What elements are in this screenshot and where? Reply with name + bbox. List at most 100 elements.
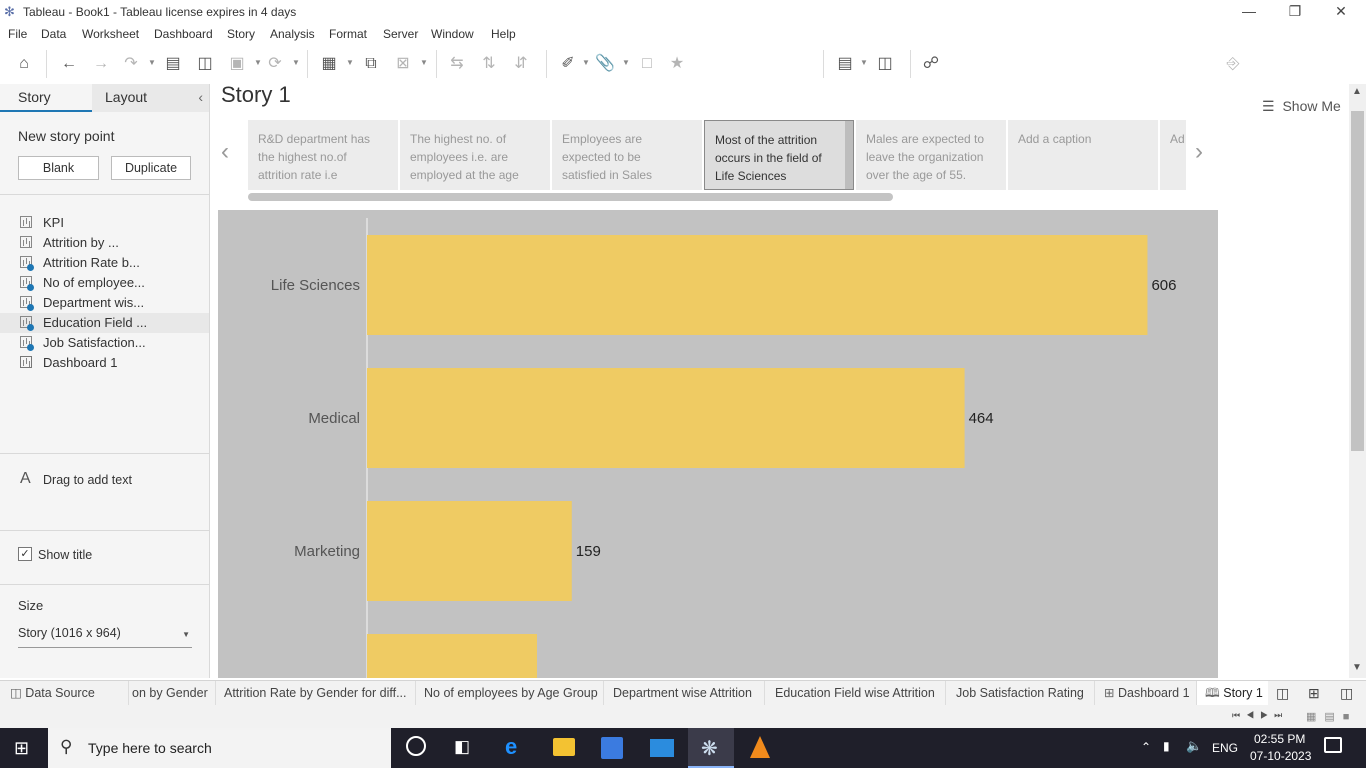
vlc-icon[interactable] (750, 736, 770, 758)
new-dashboard-tab-icon[interactable]: ⊞ (1308, 681, 1328, 706)
share-icon[interactable]: ☍ (920, 54, 942, 74)
menu-help[interactable]: Help (491, 27, 516, 41)
cortana-icon[interactable] (406, 736, 426, 756)
sheet-item-attrition-rate[interactable]: Attrition Rate b... (0, 253, 209, 273)
windows-start-icon[interactable]: ⊞ (14, 738, 29, 758)
blank-button[interactable]: Blank (18, 156, 99, 180)
story-point-1[interactable]: R&D department has the highest no.of att… (248, 120, 398, 190)
sheet-item-no-of-employees[interactable]: No of employee... (0, 273, 209, 293)
pin-icon[interactable]: ★ (666, 54, 688, 74)
bar[interactable] (367, 235, 1148, 335)
menu-story[interactable]: Story (227, 27, 255, 41)
new-datasource-icon[interactable]: ◫ (194, 54, 216, 74)
tab-dashboard-1[interactable]: ⊞ Dashboard 1 (1094, 681, 1196, 706)
presentation-mode-icon[interactable]: ◫ (874, 54, 896, 74)
menu-server[interactable]: Server (383, 27, 418, 41)
scroll-down-icon[interactable]: ▼ (1352, 662, 1362, 673)
sheet-item-kpi[interactable]: KPI (0, 213, 209, 233)
duplicate-sheet-icon[interactable]: ⧉ (360, 54, 382, 74)
bar[interactable] (367, 634, 537, 678)
menu-window[interactable]: Window (431, 27, 474, 41)
sheet-item-attrition-by[interactable]: Attrition by ... (0, 233, 209, 253)
refresh-icon[interactable]: ⟳ (264, 54, 286, 74)
tab-data-source[interactable]: ◫ Data Source (0, 681, 128, 706)
sheet-item-job-satisfaction[interactable]: Job Satisfaction... (0, 333, 209, 353)
story-point-add-caption[interactable]: Add a caption (1008, 120, 1158, 190)
scroll-up-icon[interactable]: ▲ (1352, 86, 1362, 97)
labels-icon[interactable]: □ (636, 54, 658, 74)
story-point-add-caption-partial[interactable]: Ad (1160, 120, 1186, 190)
tab-education-field[interactable]: Education Field wise Attrition (764, 681, 945, 706)
volume-icon[interactable]: 🔈 (1186, 738, 1202, 754)
replay-icon[interactable]: ↷ (120, 54, 142, 74)
notification-center-icon[interactable] (1324, 737, 1342, 753)
home-icon[interactable]: ⌂ (13, 54, 35, 74)
tab-job-satisfaction[interactable]: Job Satisfaction Rating (945, 681, 1094, 706)
menu-worksheet[interactable]: Worksheet (82, 27, 139, 41)
clear-sheet-icon[interactable]: ⊠ (392, 54, 414, 74)
tableau-taskbar-button[interactable]: ❋ (688, 728, 734, 768)
redo-icon[interactable]: → (90, 54, 112, 74)
clock-time[interactable]: 02:55 PM (1254, 732, 1305, 746)
story-point-3[interactable]: Employees are expected to be satisfied i… (552, 120, 702, 190)
show-title-checkbox[interactable]: ✓ (18, 547, 32, 561)
taskbar-search-box[interactable]: ⚲ Type here to search (48, 728, 391, 768)
next-story-point-icon[interactable]: › (1195, 140, 1203, 164)
story-point-scrollbar[interactable] (845, 121, 853, 189)
drag-to-add-text[interactable]: Drag to add text (43, 473, 132, 487)
save-icon[interactable]: ▤ (162, 54, 184, 74)
scroll-thumb[interactable] (1351, 111, 1364, 451)
language-indicator[interactable]: ENG (1212, 741, 1238, 755)
restore-button[interactable]: ❐ (1272, 0, 1318, 24)
sheet-item-dashboard-1[interactable]: Dashboard 1 (0, 353, 209, 373)
sort-ascending-icon[interactable]: ⇅ (478, 54, 500, 74)
new-worksheet-tab-icon[interactable]: ◫ (1276, 681, 1296, 706)
paste-icon[interactable]: ▣ (226, 54, 248, 74)
size-dropdown[interactable]: Story (1016 x 964) ▼ (18, 626, 192, 648)
tab-attrition-by-gender[interactable]: on by Gender (128, 681, 215, 706)
duplicate-button[interactable]: Duplicate (111, 156, 191, 180)
new-worksheet-icon[interactable]: ▦ (318, 54, 340, 74)
show-hidden-icons[interactable]: ⌃ (1141, 740, 1151, 754)
task-view-icon[interactable]: ◧ (454, 737, 470, 757)
clock-date[interactable]: 07-10-2023 (1250, 749, 1311, 763)
battery-icon[interactable]: ▮ (1163, 739, 1170, 753)
story-point-4-active[interactable]: Most of the attrition occurs in the fiel… (704, 120, 854, 190)
file-explorer-icon[interactable] (553, 738, 575, 756)
menu-data[interactable]: Data (41, 27, 66, 41)
sort-descending-icon[interactable]: ⇵ (510, 54, 532, 74)
story-navigator-scrollbar[interactable] (248, 193, 893, 201)
minimize-button[interactable]: — (1226, 0, 1272, 24)
sheet-item-education-field[interactable]: Education Field ... (0, 313, 209, 333)
edge-browser-icon[interactable]: e (505, 734, 517, 760)
tab-department-wise[interactable]: Department wise Attrition (603, 681, 764, 706)
collapse-pane-icon[interactable]: ‹ (198, 84, 203, 110)
tab-story[interactable]: Story (0, 84, 92, 112)
highlight-icon[interactable]: ✐ (557, 54, 579, 74)
view-mode-icons[interactable]: ▦▤■ (1306, 710, 1357, 723)
tab-attrition-rate-by-gender[interactable]: Attrition Rate by Gender for diff... (215, 681, 415, 706)
format-painter-icon[interactable]: ⎆ (1222, 54, 1244, 74)
previous-story-point-icon[interactable]: ‹ (221, 140, 229, 164)
new-story-tab-icon[interactable]: ◫ (1340, 681, 1360, 706)
close-button[interactable]: ✕ (1318, 0, 1364, 24)
menu-dashboard[interactable]: Dashboard (154, 27, 213, 41)
show-cards-icon[interactable]: ▤ (834, 54, 856, 74)
sheet-item-department-wise[interactable]: Department wis... (0, 293, 209, 313)
bar[interactable] (367, 368, 965, 468)
group-icon[interactable]: 📎 (594, 54, 616, 74)
vertical-scrollbar[interactable]: ▲ ▼ (1349, 84, 1366, 678)
bar[interactable] (367, 501, 572, 601)
menu-file[interactable]: File (8, 27, 27, 41)
tab-no-of-employees[interactable]: No of employees by Age Group (415, 681, 603, 706)
story-point-5[interactable]: Males are expected to leave the organiza… (856, 120, 1006, 190)
tab-story-1[interactable]: 🕮 Story 1 (1196, 681, 1268, 706)
mail-icon[interactable] (650, 739, 674, 757)
sheet-navigation-icons[interactable]: ⏮◀▶⏭ (1232, 710, 1288, 721)
swap-icon[interactable]: ⇆ (446, 54, 468, 74)
menu-format[interactable]: Format (329, 27, 367, 41)
show-me-button[interactable]: ☰ Show Me (1262, 98, 1341, 118)
store-icon[interactable] (601, 737, 623, 759)
story-point-2[interactable]: The highest no. of employees i.e. are em… (400, 120, 550, 190)
undo-icon[interactable]: ← (58, 54, 80, 74)
